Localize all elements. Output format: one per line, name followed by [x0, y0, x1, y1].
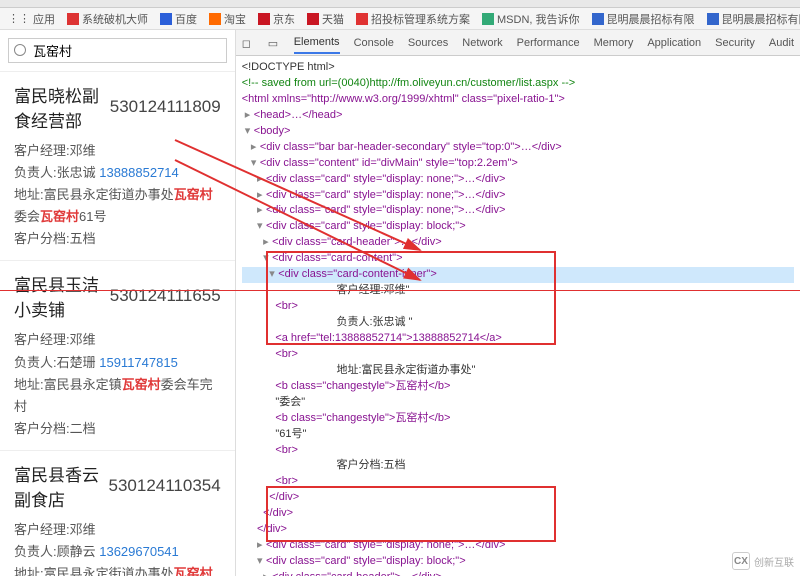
phone-link[interactable]: 13629670541	[99, 544, 179, 559]
result-card: 富民县玉洁小卖铺 530124111655 客户经理:邓维 负责人:石楚珊 15…	[0, 261, 235, 450]
bookmark-item[interactable]: 百度	[160, 11, 197, 27]
card-title: 富民县香云副食店	[14, 461, 109, 511]
owner-line: 负责人:张忠诚 13888852714	[14, 162, 221, 184]
card-code: 530124111655	[110, 286, 221, 306]
card-title: 富民县玉洁小卖铺	[14, 271, 110, 321]
phone-link[interactable]: 13888852714	[99, 165, 179, 180]
bookmark-item[interactable]: 系统破机大师	[67, 11, 148, 27]
bookmarks-bar: ⋮⋮ 应用 系统破机大师 百度 淘宝 京东 天猫 招投标管理系统方案 MSDN,…	[0, 8, 800, 30]
bookmark-item[interactable]: 昆明晨晨招标有限	[707, 11, 800, 27]
bookmark-item[interactable]: 昆明晨晨招标有限	[592, 11, 695, 27]
apps-button[interactable]: ⋮⋮ 应用	[8, 11, 55, 27]
devtools-pane: ◻ ▭ Elements Console Sources Network Per…	[236, 30, 800, 576]
tab-console[interactable]: Console	[354, 37, 394, 49]
tab-security[interactable]: Security	[715, 37, 755, 49]
result-card: 富民县香云副食店 530124110354 客户经理:邓维 负责人:顾静云 13…	[0, 451, 235, 576]
bookmark-item[interactable]: 天猫	[307, 11, 344, 27]
search-input[interactable]	[8, 38, 227, 63]
tab-memory[interactable]: Memory	[594, 37, 634, 49]
watermark-icon: CX	[732, 552, 750, 570]
phone-link[interactable]: 15911747815	[99, 355, 178, 370]
device-icon[interactable]: ▭	[268, 37, 280, 49]
bookmark-item[interactable]: MSDN, 我告诉你	[482, 11, 580, 27]
tab-performance[interactable]: Performance	[517, 37, 580, 49]
tab-sources[interactable]: Sources	[408, 37, 448, 49]
tier-line: 客户分档:五档	[14, 228, 221, 250]
manager-line: 客户经理:邓维	[14, 140, 221, 162]
watermark: CX 创新互联	[732, 552, 794, 570]
bookmark-item[interactable]: 京东	[258, 11, 295, 27]
tab-network[interactable]: Network	[462, 37, 502, 49]
results-pane[interactable]: 富民晓松副食经营部 530124111809 客户经理:邓维 负责人:张忠诚 1…	[0, 30, 236, 576]
card-code: 530124110354	[109, 476, 221, 496]
result-card: 富民晓松副食经营部 530124111809 客户经理:邓维 负责人:张忠诚 1…	[0, 72, 235, 261]
tab-application[interactable]: Application	[647, 37, 701, 49]
address-line: 地址:富民县永定街道办事处瓦窑村委会瓦窑村61号	[14, 184, 221, 228]
inspect-icon[interactable]: ◻	[242, 37, 254, 49]
card-title: 富民晓松副食经营部	[14, 82, 110, 132]
dom-tree[interactable]: <!DOCTYPE html> <!-- saved from url=(004…	[236, 56, 800, 576]
bookmark-item[interactable]: 招投标管理系统方案	[356, 11, 470, 27]
devtools-tabs: ◻ ▭ Elements Console Sources Network Per…	[236, 30, 800, 56]
tab-audit[interactable]: Audit	[769, 37, 794, 49]
bookmark-item[interactable]: 淘宝	[209, 11, 246, 27]
tab-elements[interactable]: Elements	[294, 36, 340, 54]
card-code: 530124111809	[110, 97, 221, 117]
